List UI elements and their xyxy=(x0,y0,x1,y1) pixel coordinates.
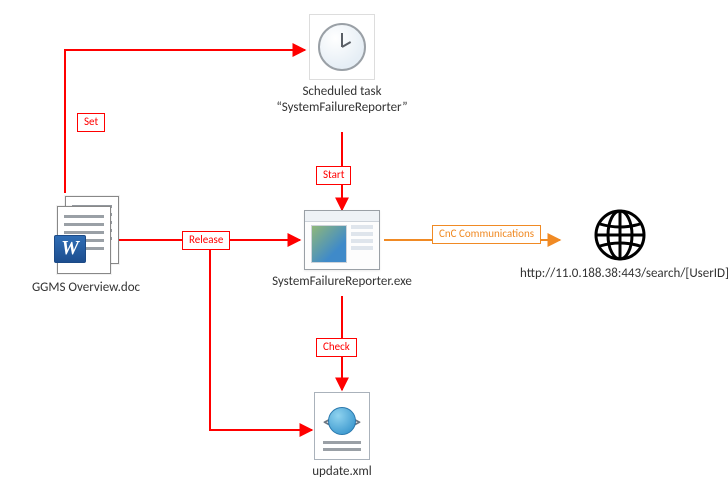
node-label-doc: GGMS Overview.doc xyxy=(16,280,156,296)
clock-icon xyxy=(309,14,375,80)
node-c2-server: http://11.0.188.38:443/search/[UserID] xyxy=(520,208,720,282)
edge-label-check: Check xyxy=(316,338,357,357)
node-label-c2: http://11.0.188.38:443/search/[UserID] xyxy=(520,266,720,282)
node-word-doc: W GGMS Overview.doc xyxy=(16,196,156,296)
word-doc-icon: W xyxy=(51,196,121,276)
node-label-xml: update.xml xyxy=(292,464,392,480)
edge-label-start: Start xyxy=(316,166,351,185)
node-label-exe: SystemFailureReporter.exe xyxy=(262,274,422,290)
edge-label-set: Set xyxy=(77,113,105,132)
edge-label-release: Release xyxy=(182,231,230,250)
node-scheduled-task: Scheduled task “SystemFailureReporter” xyxy=(262,14,422,117)
node-update-xml: < > update.xml xyxy=(292,392,392,480)
xml-file-icon: < > xyxy=(314,392,370,460)
app-window-icon xyxy=(304,210,380,270)
node-exe: SystemFailureReporter.exe xyxy=(262,210,422,290)
globe-icon xyxy=(593,208,647,262)
edge-label-cnc: CnC Communications xyxy=(432,225,541,244)
node-label-task: Scheduled task “SystemFailureReporter” xyxy=(262,84,422,117)
